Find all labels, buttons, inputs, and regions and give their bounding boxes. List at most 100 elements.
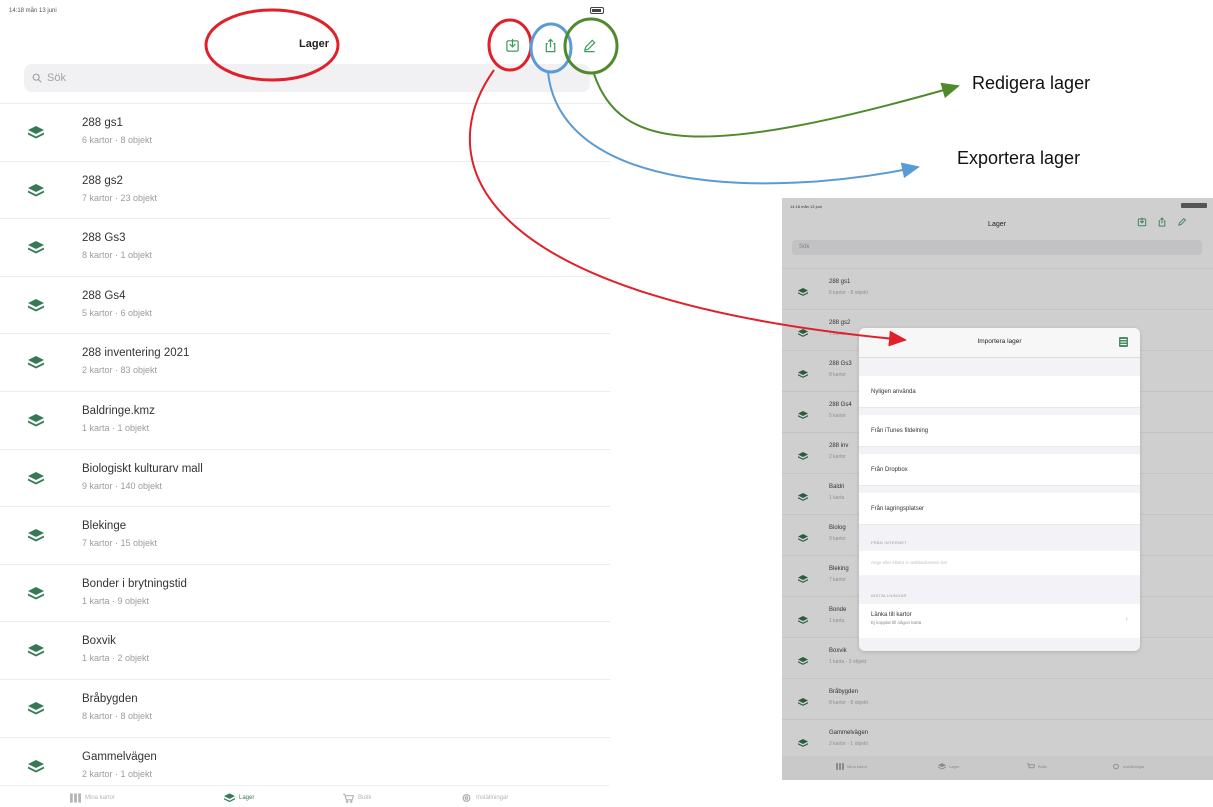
layer-row[interactable]: Bråbygden 8 kartor · 8 objekt — [0, 678, 610, 737]
layer-row[interactable]: 288 inventering 2021 2 kartor · 83 objekt — [0, 333, 610, 391]
inset-tab-store[interactable]: Butik — [1027, 763, 1047, 770]
inset-layer-meta: 8 kartor — [829, 372, 846, 378]
inset-layer-meta: 1 karta · 2 objekt — [829, 659, 867, 665]
pencil-icon — [583, 38, 596, 52]
import-layer-button[interactable] — [501, 34, 523, 56]
inset-layer-meta: 1 karta — [829, 618, 845, 624]
inset-layer-meta: 5 kartor — [829, 413, 846, 419]
inset-layer-meta: 6 kartor · 8 objekt — [829, 290, 868, 296]
layer-name: 288 inventering 2021 — [82, 347, 190, 360]
layers-icon — [28, 356, 44, 370]
layer-name: Gammelvägen — [82, 750, 157, 763]
layer-meta: 6 kartor · 8 objekt — [82, 135, 153, 145]
layer-list: 288 gs1 6 kartor · 8 objekt 288 gs2 7 karto… — [0, 103, 610, 794]
cart-icon — [343, 793, 354, 803]
link-to-maps-option[interactable]: Länka till kartor Ej kopplat till någon … — [859, 604, 1140, 638]
layer-name: Blekinge — [82, 520, 127, 533]
inset-layer-meta: 9 kartor — [829, 536, 846, 542]
layers-icon — [224, 793, 235, 803]
layers-icon — [798, 325, 808, 338]
inset-tab-label: Butik — [1038, 764, 1047, 769]
layers-icon — [798, 694, 808, 707]
layers-icon — [798, 653, 808, 666]
export-layer-button[interactable] — [539, 34, 561, 56]
inset-layer-name: Baldri — [829, 484, 845, 490]
layers-icon — [798, 489, 808, 502]
inset-layer-name: Gammelvägen — [829, 730, 869, 736]
edit-layers-annotation: Redigera lager — [972, 73, 1091, 93]
tab-label: Butik — [358, 795, 372, 801]
inset-layer-name: 288 gs1 — [829, 279, 851, 285]
layer-meta: 8 kartor · 1 objekt — [82, 250, 153, 261]
tab-layers[interactable]: Lager — [224, 793, 254, 803]
import-icon[interactable] — [1137, 217, 1147, 227]
url-input[interactable]: Ange eller klistra in webbadressen här — [859, 551, 1140, 575]
tab-my-maps[interactable]: Mina kartor — [70, 793, 115, 803]
itunes-sharing-option[interactable]: Från iTunes fildelning — [859, 415, 1140, 447]
layer-meta: 7 kartor · 15 objekt — [82, 538, 158, 549]
share-icon[interactable] — [1157, 217, 1167, 227]
layer-name: Boxvik — [82, 635, 116, 648]
layer-row[interactable]: 288 Gs3 8 kartor · 1 objekt — [0, 218, 610, 276]
page-title: Lager — [299, 38, 329, 50]
layers-icon — [28, 126, 44, 140]
inset-layer-row[interactable]: 288 gs1 6 kartor · 8 objekt — [782, 268, 1213, 309]
layer-name: 288 gs2 — [82, 174, 123, 187]
layer-row[interactable]: Blekinge 7 kartor · 15 objekt — [0, 506, 610, 564]
layer-meta: 2 kartor · 83 objekt — [82, 365, 158, 376]
layer-meta: 5 kartor · 6 objekt — [82, 307, 153, 318]
tab-store[interactable]: Butik — [343, 793, 371, 803]
battery-icon — [590, 7, 604, 14]
layers-icon — [798, 366, 808, 379]
import-icon — [505, 38, 519, 52]
inset-page-title: Lager — [988, 221, 1006, 228]
layer-name: Bonder i brytningstid — [82, 577, 187, 590]
inset-layer-row[interactable]: Gammelvägen 2 kartor · 1 objekt — [782, 719, 1213, 760]
tab-label: Mina kartor — [85, 795, 116, 801]
tab-settings[interactable]: Inställningar — [461, 793, 508, 803]
inset-layer-name: Bråbygden — [829, 689, 859, 695]
inset-layer-meta: 2 kartor — [829, 454, 846, 460]
inset-tab-my-maps[interactable]: Mina kartor — [836, 763, 867, 770]
internet-section-header: FRÅN INTERNET — [871, 540, 907, 545]
pencil-icon[interactable] — [1177, 217, 1187, 227]
edit-layers-button[interactable] — [578, 34, 600, 56]
layers-icon — [938, 763, 946, 770]
inset-layer-name: Boxvik — [829, 648, 847, 654]
status-time: 14:18 mån 13 juni — [9, 8, 57, 14]
layers-icon — [798, 571, 808, 584]
layer-row[interactable]: 288 Gs4 5 kartor · 6 objekt — [0, 275, 610, 334]
search-icon — [32, 73, 42, 83]
export-layers-annotation: Exportera lager — [957, 148, 1081, 168]
inset-layer-row[interactable]: Bråbygden 8 kartor · 8 objekt — [782, 678, 1213, 719]
layer-meta: 1 karta · 2 objekt — [82, 653, 150, 664]
inset-layer-name: 288 inv — [829, 443, 849, 449]
inset-tab-layers[interactable]: Lager — [938, 763, 959, 770]
layer-name: 288 Gs4 — [82, 289, 126, 302]
settings-section-header: INSTÄLLNINGAR — [871, 593, 907, 598]
import-layer-modal: Importera lager Nyligen använda Från iTu… — [859, 328, 1140, 651]
search-bar[interactable]: Sök — [24, 64, 590, 92]
inset-tab-settings[interactable]: Inställningar — [1112, 763, 1145, 770]
storage-locations-option[interactable]: Från lagringsplatser — [859, 493, 1140, 525]
inset-tab-label: Inställningar — [1123, 764, 1145, 769]
document-list-icon[interactable] — [1119, 337, 1128, 347]
inset-search-bar[interactable]: Sök — [792, 240, 1202, 255]
layer-row[interactable]: Biologiskt kulturarv mall 9 kartor · 140 … — [0, 448, 610, 507]
tab-bar: Mina kartor Lager Butik Inställningar — [0, 785, 610, 807]
layer-row[interactable]: Bonder i brytningstid 1 karta · 9 objekt — [0, 563, 610, 622]
inset-layer-meta: 2 kartor · 1 objekt — [829, 741, 868, 747]
layer-row[interactable]: 288 gs1 6 kartor · 8 objekt — [0, 103, 610, 161]
layers-icon — [28, 759, 44, 774]
dropbox-option[interactable]: Från Dropbox — [859, 454, 1140, 486]
layers-icon — [798, 530, 808, 543]
layer-row[interactable]: 288 gs2 7 kartor · 23 objekt — [0, 160, 610, 219]
layer-meta: 1 karta · 1 objekt — [82, 422, 150, 433]
recently-used-option[interactable]: Nyligen använda — [859, 376, 1140, 408]
layer-row[interactable]: Boxvik 1 karta · 2 objekt — [0, 621, 610, 679]
layer-name: Baldringe.kmz — [82, 404, 155, 417]
inset-status-time: 14:18 mån 13 juni — [790, 204, 822, 209]
map-grid-icon — [70, 793, 81, 803]
inset-status-indicators — [1181, 203, 1207, 208]
layer-row[interactable]: Baldringe.kmz 1 karta · 1 objekt — [0, 390, 610, 449]
